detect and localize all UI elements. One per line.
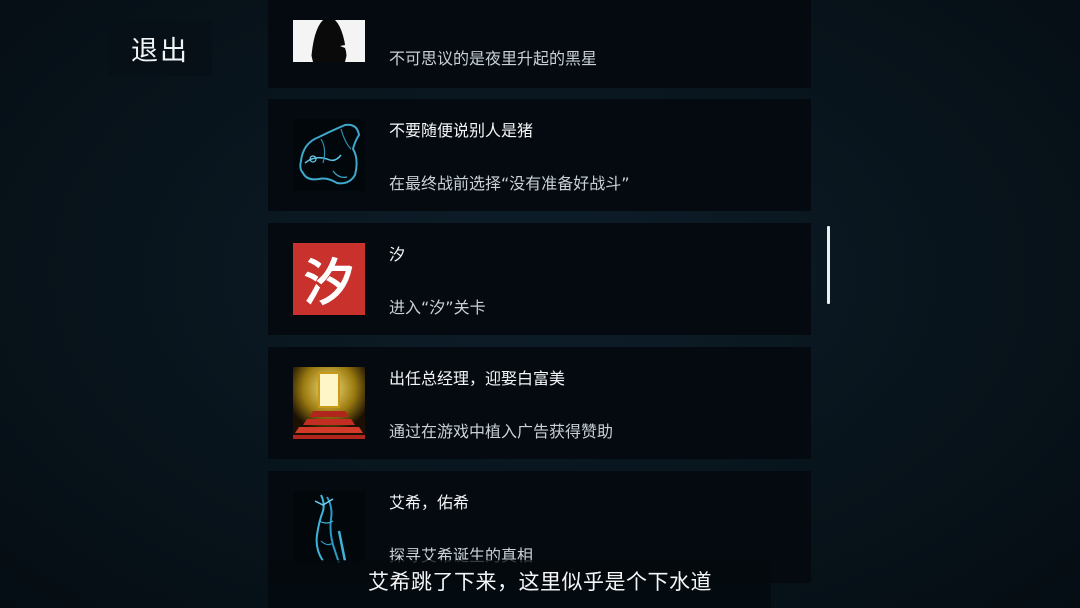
achievement-list[interactable]: 不可思议的是夜里升起的黑星 不要随便说别人是猪 在最终战前选择“没有准备好战斗”… (268, 0, 811, 608)
achievement-title: 汐 (389, 245, 406, 264)
pig-icon (293, 119, 365, 191)
achievement-title: 出任总经理，迎娶白富美 (389, 369, 566, 388)
blue-figure-icon (293, 491, 365, 563)
achievement-card[interactable]: 出任总经理，迎娶白富美 通过在游戏中植入广告获得赞助 (268, 347, 811, 459)
scrollbar[interactable] (827, 226, 830, 304)
achievement-card[interactable]: 不可思议的是夜里升起的黑星 (268, 0, 811, 88)
achievement-title: 艾希，佑希 (389, 493, 470, 512)
xi-character-icon: 汐 (293, 243, 365, 315)
achievement-desc: 不可思议的是夜里升起的黑星 (389, 49, 598, 68)
dialogue-subtitle: 艾希跳了下来，这里似乎是个下水道 (368, 570, 712, 594)
achievement-card[interactable]: 不要随便说别人是猪 在最终战前选择“没有准备好战斗” (268, 99, 811, 211)
xi-character-glyph: 汐 (304, 253, 354, 312)
achievement-desc: 在最终战前选择“没有准备好战斗” (389, 174, 630, 193)
achievement-card[interactable]: 汐 汐 进入“汐”关卡 (268, 223, 811, 335)
golden-door-stairs-icon (293, 367, 365, 439)
black-star-icon (293, 20, 365, 62)
exit-button[interactable]: 退出 (108, 20, 212, 76)
achievement-desc: 进入“汐”关卡 (389, 298, 486, 317)
achievement-desc: 通过在游戏中植入广告获得赞助 (389, 422, 614, 441)
achievement-title: 不要随便说别人是猪 (389, 121, 534, 140)
